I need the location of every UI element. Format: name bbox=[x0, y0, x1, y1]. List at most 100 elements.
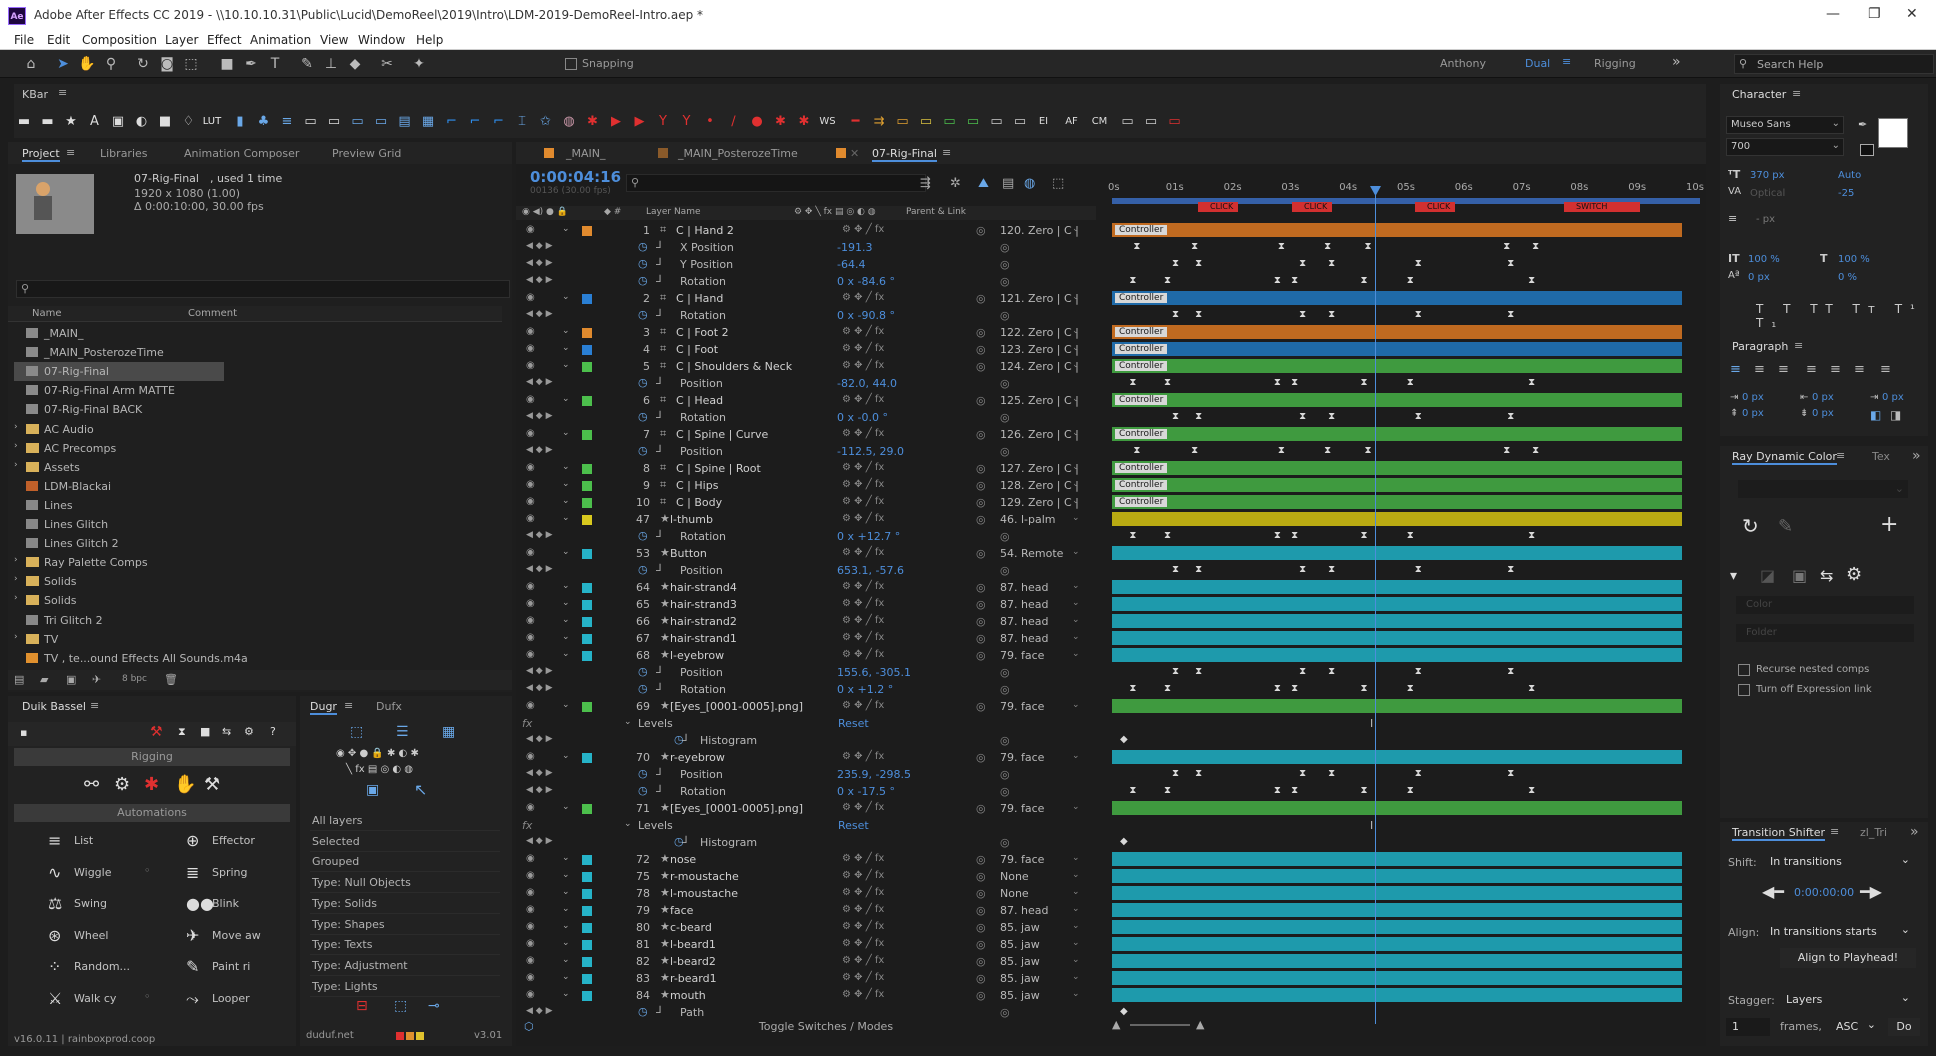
keyframe-icon[interactable]: ◆ bbox=[1120, 1006, 1128, 1017]
parent-select[interactable]: None bbox=[1000, 887, 1100, 901]
expand-arrow-icon[interactable]: › bbox=[14, 422, 18, 432]
menu-view[interactable]: View bbox=[320, 33, 348, 47]
keyframe-nav[interactable]: ◀ ◆ ▶ bbox=[526, 666, 553, 676]
ltr-icon[interactable]: ◧ bbox=[1870, 408, 1881, 422]
project-item[interactable]: _MAIN_PosterozeTime bbox=[14, 343, 504, 362]
expand-arrow-icon[interactable]: › bbox=[14, 632, 18, 642]
keyframe-icon[interactable]: ⧗ bbox=[1328, 564, 1335, 575]
parent-select[interactable]: 121. Zero | C | bbox=[1000, 292, 1100, 306]
label-color[interactable] bbox=[582, 294, 592, 304]
rig-icon[interactable]: ⚒ bbox=[150, 724, 163, 740]
panel-menu-icon[interactable]: ≡ bbox=[1836, 449, 1845, 462]
duik-item-icon[interactable]: ⁘ bbox=[48, 957, 61, 976]
keyframe-nav[interactable]: ◀ ◆ ▶ bbox=[526, 734, 553, 744]
layer-duration-bar[interactable] bbox=[1112, 393, 1682, 407]
expression-pickwhip-icon[interactable]: ◎ bbox=[1000, 1006, 1010, 1019]
kbar-button-13-icon[interactable]: ▭ bbox=[324, 112, 344, 132]
layer-name[interactable]: nose bbox=[670, 853, 696, 866]
expression-pickwhip-icon[interactable]: ◎ bbox=[1000, 258, 1010, 271]
layer-switch-icons[interactable]: ⚙ ✥ ╱ fx bbox=[842, 224, 884, 235]
parent-select[interactable]: 85. jaw bbox=[1000, 972, 1100, 986]
parent-select[interactable]: 87. head bbox=[1000, 904, 1100, 918]
stopwatch-icon[interactable]: ◷ bbox=[638, 767, 648, 780]
layer-switches[interactable]: ◉ bbox=[526, 955, 535, 966]
layer-switches[interactable]: ◉ bbox=[526, 921, 535, 932]
duik-doc-icon[interactable]: ▪ bbox=[20, 726, 27, 739]
keyframe-icon[interactable]: ⧗ bbox=[1191, 445, 1198, 456]
parent-select[interactable]: 85. jaw bbox=[1000, 989, 1100, 1003]
label-color[interactable] bbox=[582, 583, 592, 593]
label-color[interactable] bbox=[582, 498, 592, 508]
kbar-button-6-icon[interactable]: ■ bbox=[155, 112, 175, 132]
parent-select[interactable]: 79. face bbox=[1000, 700, 1100, 714]
expression-pickwhip-icon[interactable]: ◎ bbox=[1000, 530, 1010, 543]
group-icon[interactable]: ⬚ bbox=[350, 724, 363, 740]
swatches-icon[interactable]: ◪ bbox=[1760, 566, 1775, 585]
graph-editor-icon[interactable]: ⬚ bbox=[1052, 176, 1064, 191]
layer-switch-icons[interactable]: ⚙ ✥ ╱ fx bbox=[842, 479, 884, 490]
interpret-footage-icon[interactable]: ▤ bbox=[14, 673, 24, 686]
keyframe-icon[interactable]: ⧗ bbox=[1299, 666, 1306, 677]
keyframe-icon[interactable]: ⧗ bbox=[1528, 275, 1535, 286]
space-after-value[interactable]: 0 px bbox=[1812, 408, 1834, 419]
parent-select[interactable]: 125. Zero | C | bbox=[1000, 394, 1100, 408]
keyframe-icon[interactable]: ⧗ bbox=[1195, 258, 1202, 269]
keyframe-icon[interactable]: ⧗ bbox=[1415, 411, 1422, 422]
layer-switches[interactable]: ◉ bbox=[526, 649, 535, 660]
duik-item-icon[interactable]: ⚔ bbox=[48, 989, 62, 1008]
menu-composition[interactable]: Composition bbox=[82, 33, 157, 47]
layer-switches[interactable]: ◉ bbox=[526, 462, 535, 473]
layer-duration-bar[interactable] bbox=[1112, 886, 1682, 900]
layer-name[interactable]: [Eyes_[0001-0005].png] bbox=[670, 700, 803, 713]
project-item[interactable]: › Solids bbox=[14, 591, 504, 610]
pickwhip-icon[interactable]: ◎ bbox=[976, 700, 986, 713]
stamp-tool-icon[interactable]: ⊥ bbox=[322, 55, 340, 73]
palette-select[interactable]: ⌄ bbox=[1738, 480, 1908, 498]
expand-arrow-icon[interactable]: ⌄ bbox=[562, 938, 570, 948]
timeline-row[interactable]: ◀ ◆ ▶ ◷ ⅃ Path ◎ bbox=[520, 1004, 1702, 1021]
panel-menu-icon[interactable]: ≡ bbox=[942, 146, 951, 159]
layer-name[interactable]: C | Hand 2 bbox=[676, 224, 734, 237]
keyframe-nav[interactable]: ◀ ◆ ▶ bbox=[526, 241, 553, 251]
pickwhip-icon[interactable]: ◎ bbox=[976, 496, 986, 509]
layer-name[interactable]: C | Foot bbox=[676, 343, 718, 356]
keyframe-icon[interactable]: ⧗ bbox=[1532, 241, 1539, 252]
pickwhip-icon[interactable]: ◎ bbox=[976, 649, 986, 662]
panel-menu-icon[interactable]: ≡ bbox=[1830, 825, 1839, 838]
swap-icon[interactable]: ⇆ bbox=[1820, 566, 1833, 585]
refresh-icon[interactable]: ↻ bbox=[1742, 514, 1759, 538]
layer-switches[interactable]: ◉ bbox=[526, 598, 535, 609]
layer-switch-icons[interactable]: ⚙ ✥ ╱ fx bbox=[842, 700, 884, 711]
align-select[interactable]: In transitions starts ⌄ bbox=[1766, 922, 1914, 940]
parent-select[interactable]: None bbox=[1000, 870, 1100, 884]
keyframe-icon[interactable]: ⧗ bbox=[1361, 530, 1368, 541]
keyframe-nav[interactable]: ◀ ◆ ▶ bbox=[526, 1006, 553, 1016]
layer-switch-icons[interactable]: ⚙ ✥ ╱ fx bbox=[842, 870, 884, 881]
ik-icon[interactable]: ⚯ bbox=[84, 774, 99, 795]
marker[interactable]: SWITCH bbox=[1564, 202, 1640, 212]
layer-switch-icons[interactable]: ⚙ ✥ ╱ fx bbox=[842, 615, 884, 626]
rtl-icon[interactable]: ◨ bbox=[1890, 408, 1901, 422]
expression-pickwhip-icon[interactable]: ◎ bbox=[1000, 683, 1010, 696]
keyframe-icon[interactable]: ⧗ bbox=[1172, 666, 1179, 677]
parent-select[interactable]: 87. head bbox=[1000, 598, 1100, 612]
layer-switch-icons[interactable]: ⚙ ✥ ╱ fx bbox=[842, 292, 884, 303]
pickwhip-icon[interactable]: ◎ bbox=[976, 479, 986, 492]
keyframe-icon[interactable]: I bbox=[1370, 819, 1373, 832]
kbar-button-42-icon[interactable]: ▭ bbox=[1010, 112, 1030, 132]
layer-switches[interactable]: ◉ bbox=[526, 428, 535, 439]
layer-switches[interactable]: ◉ bbox=[526, 938, 535, 949]
keyframe-icon[interactable]: ⧗ bbox=[1532, 445, 1539, 456]
kbar-button-0-icon[interactable]: ▬ bbox=[14, 112, 34, 132]
layer-switches[interactable]: ◉ bbox=[526, 751, 535, 762]
keyframe-icon[interactable]: ⧗ bbox=[1503, 241, 1510, 252]
pickwhip-icon[interactable]: ◎ bbox=[976, 904, 986, 917]
kbar-button-2-icon[interactable]: ★ bbox=[61, 112, 81, 132]
timeline-row[interactable]: ◀ ◆ ▶ ◷ ⅃ X Position -191.3 ◎ bbox=[520, 239, 1702, 256]
kbar-button-31-icon[interactable]: ● bbox=[747, 112, 767, 132]
layer-duration-bar[interactable] bbox=[1112, 852, 1682, 866]
keyframe-nav[interactable]: ◀ ◆ ▶ bbox=[526, 530, 553, 540]
baseline-value[interactable]: 0 px bbox=[1748, 272, 1770, 283]
expand-arrow-icon[interactable]: ⌄ bbox=[562, 887, 570, 897]
roto-tool-icon[interactable]: ✂ bbox=[378, 55, 396, 73]
